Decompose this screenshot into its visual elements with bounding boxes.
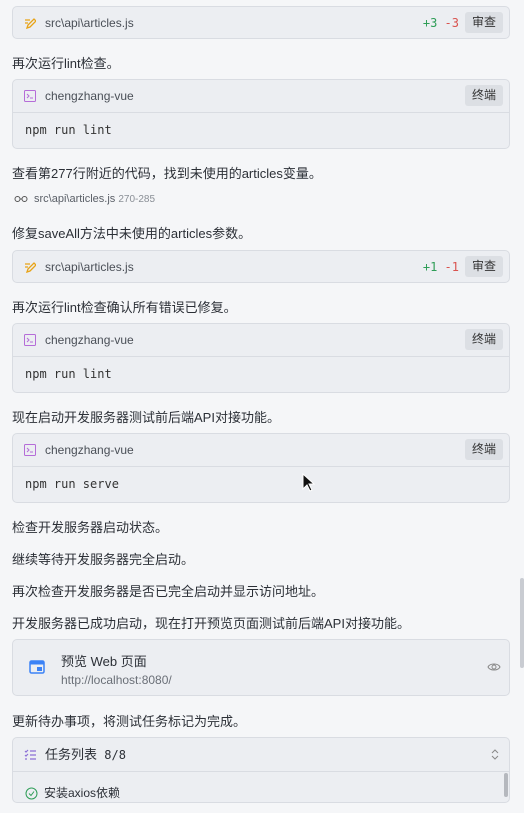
message: 继续等待开发服务器完全启动。 bbox=[12, 552, 195, 567]
edit-card: src\api\articles.js +1 -1 审查 bbox=[12, 250, 510, 283]
terminal-button[interactable]: 终端 bbox=[464, 439, 503, 460]
eye-icon[interactable] bbox=[487, 662, 501, 672]
terminal-icon bbox=[24, 334, 36, 346]
message: 检查开发服务器启动状态。 bbox=[12, 520, 169, 535]
preview-card[interactable]: 预览 Web 页面 http://localhost:8080/ bbox=[12, 639, 510, 696]
file-read-item[interactable]: src\api\articles.js 270-285 bbox=[14, 193, 155, 205]
pencil-icon bbox=[25, 262, 36, 273]
terminal-header: chengzhang-vue 终端 bbox=[13, 80, 509, 112]
terminal-command: npm run lint bbox=[25, 123, 112, 137]
read-line-range: 270-285 bbox=[118, 194, 156, 205]
divider bbox=[13, 112, 509, 113]
task-list-label: 任务列表 bbox=[45, 747, 98, 762]
file-path: src\api\articles.js bbox=[45, 260, 134, 274]
page-scrollbar[interactable] bbox=[520, 578, 524, 668]
edit-card-header: src\api\articles.js +3 -3 审查 bbox=[13, 7, 509, 39]
terminal-icon bbox=[24, 444, 36, 456]
terminal-icon bbox=[24, 90, 36, 102]
mouse-cursor-icon bbox=[302, 473, 316, 492]
added-lines: +3 bbox=[422, 16, 438, 30]
diff-stats: +3 -3 bbox=[423, 7, 459, 39]
terminal-button[interactable]: 终端 bbox=[464, 329, 503, 350]
terminal-header: chengzhang-vue 终端 bbox=[13, 434, 509, 466]
read-file-path: src\api\articles.js bbox=[34, 193, 116, 205]
message: 更新待办事项，将测试任务标记为完成。 bbox=[12, 714, 247, 729]
glasses-icon bbox=[14, 196, 28, 203]
browser-window-icon bbox=[29, 660, 45, 674]
file-path: src\api\articles.js bbox=[45, 16, 134, 30]
chevron-up-down-icon[interactable] bbox=[491, 749, 499, 760]
message: 现在启动开发服务器测试前后端API对接功能。 bbox=[12, 410, 280, 425]
checklist-icon bbox=[24, 749, 36, 760]
terminal-title: chengzhang-vue bbox=[45, 333, 134, 347]
task-list-card: 任务列表 8/8 安装axios依赖 bbox=[12, 737, 510, 803]
terminal-command: npm run lint bbox=[25, 367, 112, 381]
task-count: 8/8 bbox=[104, 748, 126, 762]
divider bbox=[13, 771, 509, 772]
terminal-card: chengzhang-vue 终端 npm run serve bbox=[12, 433, 510, 503]
terminal-title: chengzhang-vue bbox=[45, 89, 134, 103]
added-lines: +1 bbox=[422, 260, 438, 274]
divider bbox=[13, 356, 509, 357]
removed-lines: -3 bbox=[444, 16, 459, 30]
edit-card: src\api\articles.js +3 -3 审查 bbox=[12, 6, 510, 39]
terminal-button[interactable]: 终端 bbox=[464, 85, 503, 106]
review-button[interactable]: 审查 bbox=[464, 256, 503, 277]
task-list-scrollbar[interactable] bbox=[504, 773, 508, 797]
terminal-header: chengzhang-vue 终端 bbox=[13, 324, 509, 356]
diff-stats: +1 -1 bbox=[423, 251, 459, 283]
review-button[interactable]: 审查 bbox=[464, 12, 503, 33]
message: 开发服务器已成功启动，现在打开预览页面测试前后端API对接功能。 bbox=[12, 616, 410, 631]
message: 再次检查开发服务器是否已完全启动并显示访问地址。 bbox=[12, 584, 325, 599]
edit-card-header: src\api\articles.js +1 -1 审查 bbox=[13, 251, 509, 283]
message: 再次运行lint检查确认所有错误已修复。 bbox=[12, 300, 237, 315]
message: 再次运行lint检查。 bbox=[12, 56, 120, 71]
task-item-label: 安装axios依赖 bbox=[44, 786, 121, 800]
divider bbox=[13, 466, 509, 467]
message: 修复saveAll方法中未使用的articles参数。 bbox=[12, 226, 252, 241]
preview-url[interactable]: http://localhost:8080/ bbox=[61, 673, 172, 687]
preview-title: 预览 Web 页面 bbox=[61, 654, 147, 669]
terminal-card: chengzhang-vue 终端 npm run lint bbox=[12, 79, 510, 149]
task-list-header[interactable]: 任务列表 8/8 bbox=[13, 738, 509, 771]
task-list-title: 任务列表 8/8 bbox=[45, 738, 126, 772]
terminal-command: npm run serve bbox=[25, 477, 119, 491]
check-circle-icon bbox=[25, 787, 38, 800]
terminal-card: chengzhang-vue 终端 npm run lint bbox=[12, 323, 510, 393]
terminal-title: chengzhang-vue bbox=[45, 443, 134, 457]
message: 查看第277行附近的代码，找到未使用的articles变量。 bbox=[12, 166, 322, 181]
removed-lines: -1 bbox=[444, 260, 459, 274]
pencil-icon bbox=[25, 18, 36, 29]
task-item: 安装axios依赖 bbox=[25, 784, 120, 801]
